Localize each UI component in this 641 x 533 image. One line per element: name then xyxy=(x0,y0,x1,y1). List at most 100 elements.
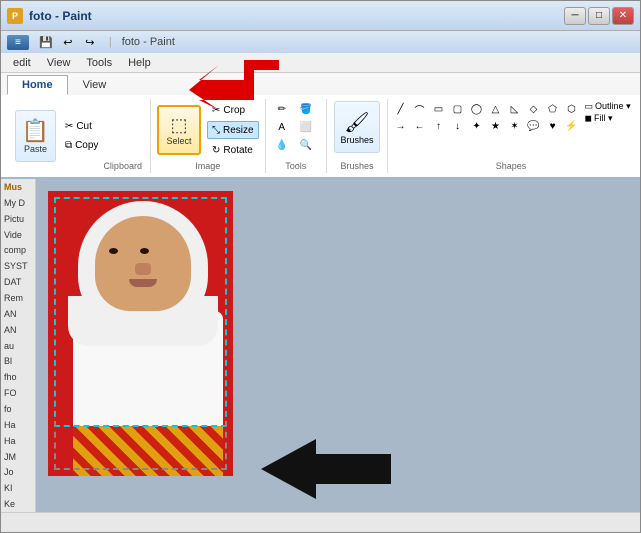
close-button[interactable]: ✕ xyxy=(612,7,634,25)
sidebar-item-comp[interactable]: comp xyxy=(1,242,35,258)
sidebar-item-fho[interactable]: fho xyxy=(1,369,35,385)
shape-arrow-r[interactable]: → xyxy=(392,118,410,134)
sidebar-item-rem[interactable]: Rem xyxy=(1,290,35,306)
paste-label: Paste xyxy=(24,144,47,154)
sidebar-item-pictu[interactable]: Pictu xyxy=(1,211,35,227)
resize-label: Resize xyxy=(223,125,254,136)
ribbon-group-clipboard: 📋 Paste ✂ Cut ⧉ Copy Clipboard xyxy=(7,99,151,173)
shapes-grid: ╱ ⌒ ▭ ▢ ◯ △ ◺ ◇ ⬠ ⬡ → ← ↑ xyxy=(392,101,581,134)
window-title: foto - Paint xyxy=(29,9,564,23)
shape-tri[interactable]: △ xyxy=(487,101,505,117)
shape-heart[interactable]: ♥ xyxy=(544,118,562,134)
hijab-outer xyxy=(78,201,208,331)
text-btn[interactable]: A xyxy=(273,119,291,135)
menu-bar: edit View Tools Help xyxy=(1,53,640,73)
zoom-btn[interactable]: 🔍 xyxy=(297,137,315,153)
shape-hex[interactable]: ⬡ xyxy=(563,101,581,117)
fill-button[interactable]: ◼ Fill ▾ xyxy=(585,113,631,124)
ribbon-group-tools: ✏ 🪣 A ⬜ 💧 🔍 Tools xyxy=(266,99,327,173)
shape-ellipse[interactable]: ◯ xyxy=(468,101,486,117)
ribbon-group-brushes: 🖌 Brushes Brushes xyxy=(327,99,388,173)
sidebar-item-an2[interactable]: AN xyxy=(1,322,35,338)
pencil-btn[interactable]: ✏ xyxy=(273,101,291,117)
shapes-grid-container: ╱ ⌒ ▭ ▢ ◯ △ ◺ ◇ ⬠ ⬡ → ← ↑ xyxy=(392,101,581,159)
tab-home[interactable]: Home xyxy=(7,75,68,95)
sidebar-item-fo1[interactable]: FO xyxy=(1,385,35,401)
menu-help[interactable]: Help xyxy=(120,56,159,70)
face xyxy=(95,216,191,311)
rotate-icon: ↻ xyxy=(212,145,220,156)
menu-tools[interactable]: Tools xyxy=(78,56,120,70)
title-bar: P foto - Paint ─ □ ✕ xyxy=(1,1,640,31)
sidebar-item-syst[interactable]: SYST xyxy=(1,258,35,274)
sidebar-item-bl[interactable]: Bl xyxy=(1,353,35,369)
fill-label: Fill ▾ xyxy=(594,113,613,124)
sidebar-item-ke[interactable]: Ke xyxy=(1,496,35,512)
pick-btn[interactable]: 💧 xyxy=(273,137,291,153)
menu-view[interactable]: View xyxy=(39,56,79,70)
person-container xyxy=(73,201,213,476)
canvas-container[interactable] xyxy=(36,179,640,512)
sidebar-item-fo2[interactable]: fo xyxy=(1,401,35,417)
tools-group-label: Tools xyxy=(285,159,306,171)
rotate-label: Rotate xyxy=(223,145,252,156)
shape-star4[interactable]: ✦ xyxy=(468,118,486,134)
crop-resize-area: ✂ Crop ⤡ Resize ↻ Rotate xyxy=(207,101,259,159)
crop-button[interactable]: ✂ Crop xyxy=(207,101,259,119)
shape-curve[interactable]: ⌒ xyxy=(411,101,429,117)
sidebar-item-ha2[interactable]: Ha xyxy=(1,433,35,449)
minimize-button[interactable]: ─ xyxy=(564,7,586,25)
shape-arrow-l[interactable]: ← xyxy=(411,118,429,134)
save-quick-btn[interactable]: 💾 xyxy=(37,33,55,51)
rotate-button[interactable]: ↻ Rotate xyxy=(207,141,259,159)
crop-label: Crop xyxy=(223,105,245,116)
maximize-button[interactable]: □ xyxy=(588,7,610,25)
sidebar-item-vide[interactable]: Vide xyxy=(1,227,35,243)
resize-button[interactable]: ⤡ Resize xyxy=(207,121,259,139)
sidebar-item-au[interactable]: au xyxy=(1,338,35,354)
outline-label: Outline ▾ xyxy=(595,101,631,112)
sidebar-item-an1[interactable]: AN xyxy=(1,306,35,322)
menu-edit[interactable]: edit xyxy=(5,56,39,70)
shape-lightning[interactable]: ⚡ xyxy=(563,118,581,134)
quick-access-toolbar: ≡ 💾 ↩ ↪ | foto - Paint xyxy=(1,31,640,53)
brushes-button[interactable]: 🖌 Brushes xyxy=(334,101,380,153)
sidebar-item-dat[interactable]: DAT xyxy=(1,274,35,290)
shape-arrow-d[interactable]: ↓ xyxy=(449,118,467,134)
shape-line[interactable]: ╱ xyxy=(392,101,410,117)
shape-star6[interactable]: ✶ xyxy=(506,118,524,134)
fill-btn[interactable]: 🪣 xyxy=(297,101,315,117)
tab-view[interactable]: View xyxy=(68,75,122,95)
sidebar-item-mus[interactable]: Mus xyxy=(1,179,35,195)
cut-button[interactable]: ✂ Cut xyxy=(60,118,104,136)
outline-button[interactable]: ▭ Outline ▾ xyxy=(585,101,631,112)
sidebar-item-myd[interactable]: My D xyxy=(1,195,35,211)
separator: | xyxy=(109,36,112,48)
undo-quick-btn[interactable]: ↩ xyxy=(59,33,77,51)
shape-round-rect[interactable]: ▢ xyxy=(449,101,467,117)
outline-fill-controls: ▭ Outline ▾ ◼ Fill ▾ xyxy=(585,101,631,159)
redo-quick-btn[interactable]: ↪ xyxy=(81,33,99,51)
shape-rect[interactable]: ▭ xyxy=(430,101,448,117)
select-button[interactable]: ⬚ Select xyxy=(157,105,201,155)
shape-diamond[interactable]: ◇ xyxy=(525,101,543,117)
eraser-btn[interactable]: ⬜ xyxy=(297,119,315,135)
shape-callout[interactable]: 💬 xyxy=(525,118,543,134)
app-menu-button[interactable]: ≡ xyxy=(7,35,29,50)
brushes-group-label: Brushes xyxy=(340,159,373,171)
sidebar-item-jm[interactable]: JM xyxy=(1,449,35,465)
sidebar-item-jo[interactable]: Jo xyxy=(1,464,35,480)
ribbon-group-image: ⬚ Select ✂ xyxy=(151,99,266,173)
window-controls: ─ □ ✕ xyxy=(564,7,634,25)
paste-button[interactable]: 📋 Paste xyxy=(15,110,56,162)
shape-star5[interactable]: ★ xyxy=(487,118,505,134)
main-window: P foto - Paint ─ □ ✕ ≡ 💾 ↩ ↪ | foto - Pa… xyxy=(0,0,641,533)
sidebar-item-ha1[interactable]: Ha xyxy=(1,417,35,433)
ribbon-content: 📋 Paste ✂ Cut ⧉ Copy Clipboard xyxy=(1,95,640,177)
shape-right-tri[interactable]: ◺ xyxy=(506,101,524,117)
shape-arrow-u[interactable]: ↑ xyxy=(430,118,448,134)
sidebar-item-ki[interactable]: KI xyxy=(1,480,35,496)
left-eye xyxy=(109,248,118,254)
shape-pentagon[interactable]: ⬠ xyxy=(544,101,562,117)
copy-button[interactable]: ⧉ Copy xyxy=(60,137,104,155)
